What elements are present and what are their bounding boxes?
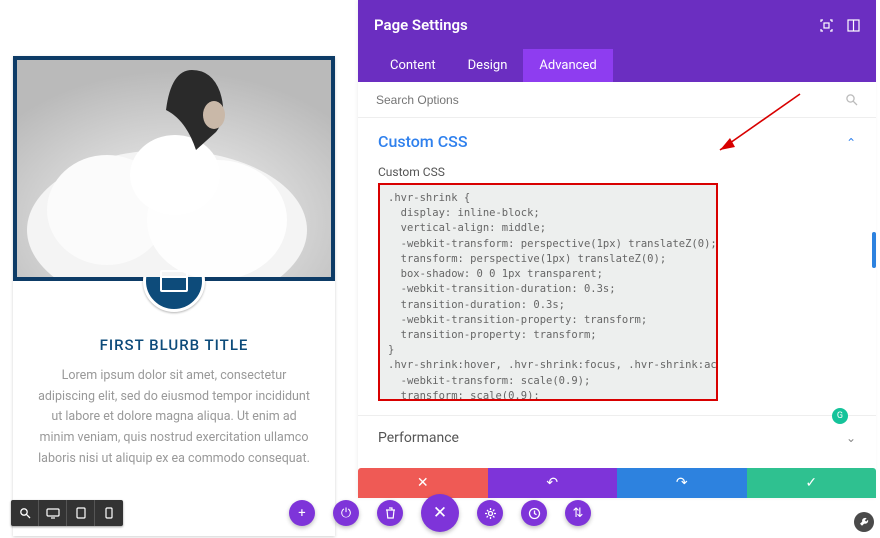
delete-button[interactable] (377, 500, 403, 526)
redo-icon: ↷ (676, 475, 688, 491)
field-label-custom-css: Custom CSS (378, 165, 856, 179)
sort-icon: ⇅ (573, 506, 584, 521)
close-icon: ✕ (417, 475, 429, 491)
sort-button[interactable]: ⇅ (565, 500, 591, 526)
close-icon: ✕ (433, 503, 447, 523)
wrench-icon (859, 517, 870, 528)
settings-panel: Page Settings Content Design Advanced (358, 0, 876, 498)
undo-icon: ↶ (546, 475, 558, 491)
expand-icon[interactable] (847, 19, 860, 32)
card-body-text: Lorem ipsum dolor sit amet, consectetur … (35, 366, 313, 469)
card-image-frame (13, 56, 335, 281)
section-custom-css-title: Custom CSS (378, 132, 468, 151)
tab-advanced[interactable]: Advanced (523, 49, 612, 82)
close-builder-button[interactable]: ✕ (421, 494, 459, 532)
panel-title: Page Settings (374, 16, 468, 34)
search-input[interactable] (376, 93, 845, 107)
custom-css-editor[interactable]: .hvr-shrink { display: inline-block; ver… (378, 183, 718, 401)
history-button[interactable] (521, 500, 547, 526)
tab-bar: Content Design Advanced (374, 49, 860, 82)
clock-icon (528, 507, 541, 520)
preview-card: FIRST BLURB TITLE Lorem ipsum dolor sit … (13, 56, 335, 536)
card-title: FIRST BLURB TITLE (33, 336, 315, 354)
corner-settings-button[interactable] (854, 512, 874, 532)
section-custom-css-header[interactable]: Custom CSS ⌄ (378, 132, 856, 151)
trash-icon (385, 507, 396, 519)
panel-header: Page Settings Content Design Advanced (358, 0, 876, 82)
card-image (17, 60, 331, 277)
chevron-down-icon: ⌄ (846, 431, 856, 445)
plus-icon: + (298, 506, 305, 521)
power-button[interactable]: ⏻ (333, 500, 359, 526)
chevron-up-icon: ⌄ (846, 135, 856, 149)
window-icon (160, 270, 188, 292)
section-performance-title: Performance (378, 430, 459, 446)
power-icon: ⏻ (341, 506, 351, 521)
section-performance-header[interactable]: Performance ⌄ (358, 415, 876, 460)
grammarly-badge[interactable]: G (832, 408, 848, 424)
tab-content[interactable]: Content (374, 49, 452, 82)
add-button[interactable]: + (289, 500, 315, 526)
search-bar (358, 82, 876, 118)
settings-button[interactable] (477, 500, 503, 526)
check-icon: ✓ (805, 475, 817, 491)
floating-toolbar: + ⏻ ✕ ⇅ (0, 494, 880, 532)
tab-design[interactable]: Design (452, 49, 524, 82)
scroll-indicator[interactable] (872, 232, 876, 268)
gear-icon (484, 507, 497, 520)
focus-icon[interactable] (820, 19, 833, 32)
search-icon[interactable] (845, 93, 858, 106)
